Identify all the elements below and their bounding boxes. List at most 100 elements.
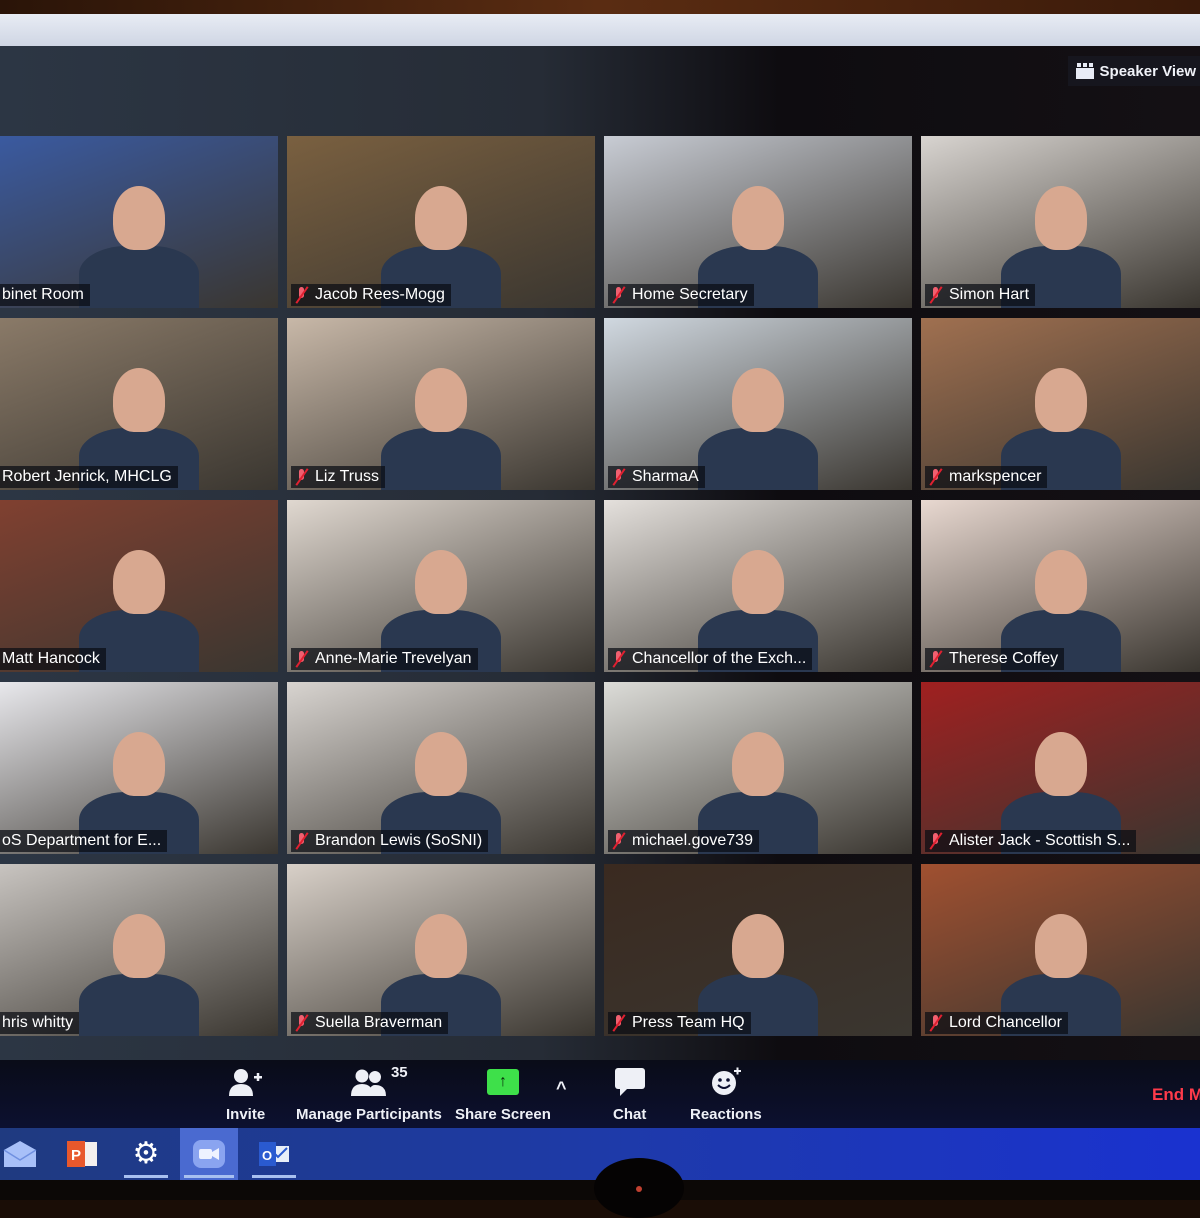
participant-tile[interactable]: Alister Jack - Scottish S... (921, 682, 1200, 854)
chat-button[interactable]: Chat (613, 1066, 646, 1123)
participant-tile[interactable]: Press Team HQ (604, 864, 912, 1036)
participant-tile[interactable]: Chancellor of the Exch... (604, 500, 912, 672)
meeting-toolbar: Invite 35 Manage Participants ↑ Share Sc… (0, 1060, 1200, 1128)
muted-microphone-icon (929, 833, 943, 849)
participant-tile[interactable]: markspencer (921, 318, 1200, 490)
participant-name: Brandon Lewis (SoSNI) (315, 832, 483, 849)
participant-tile[interactable]: oS Department for E... (0, 682, 278, 854)
participant-tile[interactable]: Simon Hart (921, 136, 1200, 308)
participant-name-label: Home Secretary (608, 284, 754, 306)
end-meeting-button[interactable]: End M (1152, 1085, 1200, 1105)
participant-tile[interactable]: Brandon Lewis (SoSNI) (287, 682, 595, 854)
muted-microphone-icon (612, 287, 626, 303)
participant-name-label: Therese Coffey (925, 648, 1065, 670)
participant-name-label: Simon Hart (925, 284, 1036, 306)
participant-count-badge: 35 (390, 1064, 408, 1081)
participant-name-label: Suella Braverman (291, 1012, 449, 1034)
monitor-bezel-top (0, 0, 1200, 14)
chat-label: Chat (613, 1106, 647, 1123)
participant-tile[interactable]: Robert Jenrick, MHCLG (0, 318, 278, 490)
participant-name-label: SharmaA (608, 466, 705, 488)
muted-microphone-icon (612, 1015, 626, 1031)
participant-silhouette (79, 974, 199, 1036)
powerpoint-icon: P (67, 1141, 97, 1167)
manage-participants-label: Manage Participants (296, 1106, 442, 1123)
participant-head (415, 732, 467, 796)
participant-head (113, 732, 165, 796)
participant-head (415, 914, 467, 978)
manage-participants-button[interactable]: 35 Manage Participants (296, 1064, 442, 1123)
share-screen-icon: ↑ (460, 1066, 546, 1098)
participant-name: SharmaA (632, 468, 699, 485)
gear-icon: ⚙ (132, 1137, 160, 1170)
participant-name: Robert Jenrick, MHCLG (2, 468, 172, 485)
participant-head (113, 914, 165, 978)
participant-head (732, 368, 784, 432)
participant-tile[interactable]: Anne-Marie Trevelyan (287, 500, 595, 672)
muted-microphone-icon (295, 1015, 309, 1031)
participant-name: binet Room (2, 286, 84, 303)
muted-microphone-icon (612, 469, 626, 485)
share-screen-label: Share Screen (455, 1106, 551, 1123)
participant-name: Jacob Rees-Mogg (315, 286, 445, 303)
participant-name-label: Chancellor of the Exch... (608, 648, 813, 670)
participant-tile[interactable]: SharmaA (604, 318, 912, 490)
share-arrow-icon: ↑ (486, 1069, 519, 1095)
participant-name: michael.gove739 (632, 832, 753, 849)
participant-head (113, 368, 165, 432)
participant-name: Anne-Marie Trevelyan (315, 650, 472, 667)
participant-name: Liz Truss (315, 468, 380, 485)
participant-tile[interactable]: Lord Chancellor (921, 864, 1200, 1036)
share-screen-button[interactable]: ↑ Share Screen (455, 1066, 551, 1123)
participant-head (1034, 914, 1087, 978)
participant-tile[interactable]: Matt Hancock (0, 500, 278, 672)
participant-tile[interactable]: hris whitty (0, 864, 278, 1036)
taskbar-outlook[interactable]: O (248, 1128, 300, 1180)
muted-microphone-icon (929, 287, 943, 303)
svg-text:O: O (262, 1148, 272, 1163)
participant-name: Suella Braverman (315, 1014, 443, 1031)
reactions-smiley-icon (693, 1066, 759, 1098)
participant-tile[interactable]: Liz Truss (287, 318, 595, 490)
participant-head (732, 732, 784, 796)
participant-head (732, 914, 784, 978)
participant-tile[interactable]: Home Secretary (604, 136, 912, 308)
participant-silhouette (698, 428, 818, 490)
participant-name-label: markspencer (925, 466, 1048, 488)
participant-name-label: Press Team HQ (608, 1012, 751, 1034)
video-grid: binet Room Jacob Rees-Mogg Home Secretary S… (0, 46, 1200, 1128)
taskbar-mail[interactable] (0, 1128, 46, 1180)
participant-name: Therese Coffey (949, 650, 1059, 667)
participant-head (415, 186, 467, 250)
invite-button[interactable]: Invite (226, 1066, 265, 1123)
participant-name: Chancellor of the Exch... (632, 650, 807, 667)
participant-name-label: michael.gove739 (608, 830, 759, 852)
participant-name-label: Lord Chancellor (925, 1012, 1068, 1034)
webcam-indicator-light (636, 1186, 642, 1192)
participant-name: Matt Hancock (2, 650, 100, 667)
participant-head (113, 186, 165, 250)
participant-head (113, 550, 165, 614)
muted-microphone-icon (929, 469, 943, 485)
participant-name: Press Team HQ (632, 1014, 745, 1031)
participant-tile[interactable]: Jacob Rees-Mogg (287, 136, 595, 308)
taskbar-settings[interactable]: ⚙ (120, 1128, 172, 1180)
participant-tile[interactable]: Therese Coffey (921, 500, 1200, 672)
muted-microphone-icon (929, 651, 943, 667)
outlook-icon: O (259, 1142, 289, 1166)
participant-tile[interactable]: michael.gove739 (604, 682, 912, 854)
muted-microphone-icon (295, 287, 309, 303)
reactions-button[interactable]: Reactions (690, 1066, 762, 1123)
participant-name-label: binet Room (0, 284, 90, 306)
svg-text:P: P (71, 1147, 81, 1164)
participant-name-label: hris whitty (0, 1012, 80, 1034)
participant-head (1034, 368, 1087, 432)
participant-tile[interactable]: binet Room (0, 136, 278, 308)
taskbar-powerpoint[interactable]: P (56, 1128, 108, 1180)
participant-tile[interactable]: Suella Braverman (287, 864, 595, 1036)
taskbar-zoom[interactable] (180, 1128, 238, 1180)
muted-microphone-icon (295, 833, 309, 849)
muted-microphone-icon (612, 651, 626, 667)
share-options-caret-icon[interactable]: ^ (556, 1078, 567, 1099)
participant-name: Home Secretary (632, 286, 748, 303)
